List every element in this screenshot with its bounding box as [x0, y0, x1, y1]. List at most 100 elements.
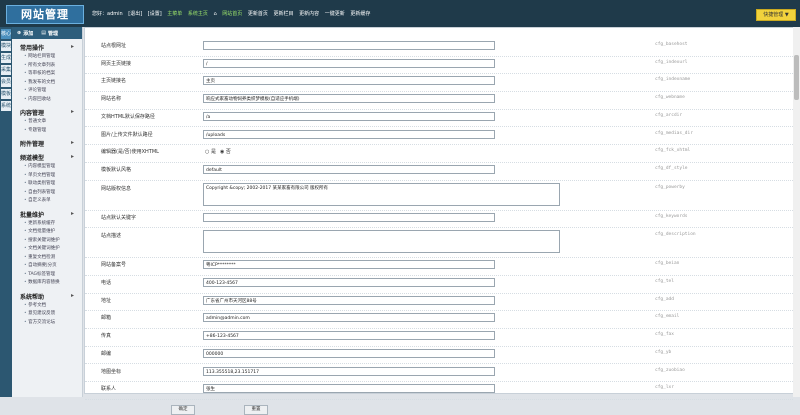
text-input[interactable]: 广东省广州市天河区88号: [203, 295, 495, 305]
manage-button[interactable]: 管理: [48, 30, 58, 37]
scrollbar-thumb[interactable]: [794, 55, 799, 100]
sidebar-group-title[interactable]: 内容管理 ▸: [12, 104, 82, 118]
text-input[interactable]: 113.355518,23.151717: [203, 366, 495, 376]
sidebar-group-label: 常用操作: [20, 45, 45, 52]
sidebar-item[interactable]: 我发布的文档: [12, 79, 82, 88]
sidebar-group-title[interactable]: 批量维护 ▸: [12, 206, 82, 220]
radio-label: 是: [210, 149, 216, 156]
form-row: 图片/上传文件默认路径/uploads cfg_medias_dir: [85, 127, 793, 146]
tab-core[interactable]: 核心: [1, 29, 11, 39]
scrollbar[interactable]: [793, 27, 800, 397]
sidebar-group-label: 频道模型: [20, 155, 45, 162]
update-cache-link[interactable]: 更新缓存: [350, 11, 370, 17]
sidebar-group-title[interactable]: 常用操作 ▸: [12, 39, 82, 53]
config-key: cfg_zuobiao: [655, 367, 685, 373]
greeting: 您好：admin: [92, 11, 123, 17]
quick-manage-button[interactable]: 快捷管理 ▼: [756, 9, 796, 21]
sidebar-group-title[interactable]: 频道模型 ▸: [12, 149, 82, 163]
field-label: 图片/上传文件默认路径: [101, 131, 153, 138]
text-input[interactable]: 响应式家畜动物饲养类织梦模板(自适应手机端): [203, 94, 495, 104]
form-row: 邮箱 admin@admin.com cfg_email: [85, 310, 793, 330]
site-home-link[interactable]: 网站首页: [222, 11, 242, 17]
tab-members[interactable]: 会员: [1, 77, 11, 87]
text-input[interactable]: /a: [203, 111, 495, 121]
text-input[interactable]: 张生: [203, 384, 495, 394]
sidebar-item[interactable]: 普通文章: [12, 118, 82, 127]
text-input[interactable]: 主页: [203, 76, 495, 86]
sidebar-item[interactable]: TAG标签管理: [12, 271, 82, 280]
field-label: 站点描述: [101, 233, 122, 240]
sidebar-item[interactable]: 内容回收站: [12, 96, 82, 105]
tab-templates[interactable]: 模板: [1, 89, 11, 99]
sidebar-item[interactable]: 自动摘要|分页: [12, 262, 82, 271]
config-key: cfg_fck_xhtml: [655, 148, 691, 154]
add-icon: ⊕: [17, 30, 22, 36]
text-input[interactable]: /uploads: [203, 129, 495, 139]
sidebar-item[interactable]: 所有文章列表: [12, 62, 82, 71]
config-key: cfg_beian: [655, 261, 680, 267]
main-menu-link[interactable]: 主菜单: [167, 11, 182, 17]
sidebar-item[interactable]: 评论管理: [12, 87, 82, 96]
sidebar-item[interactable]: 单页文档管理: [12, 172, 82, 181]
sidebar-item[interactable]: 数据库内容替换: [12, 279, 82, 288]
text-input[interactable]: admin@admin.com: [203, 313, 495, 323]
chevron-icon: ▸: [70, 209, 74, 217]
form-row: 站点描述 cfg_description: [85, 227, 793, 259]
sidebar-item[interactable]: 内容模型管理: [12, 163, 82, 172]
text-input[interactable]: [203, 41, 495, 50]
submit-button[interactable]: 确定: [171, 404, 195, 415]
settings-link[interactable]: [设置]: [148, 11, 162, 17]
text-input[interactable]: 000000: [203, 348, 495, 358]
system-home-link[interactable]: 系统主页: [188, 11, 208, 17]
sidebar-item[interactable]: 自定义表单: [12, 197, 82, 206]
sidebar-group-label: 内容管理: [20, 110, 45, 117]
text-input[interactable]: default: [203, 164, 495, 174]
reset-button[interactable]: 重置: [244, 404, 268, 415]
radio-group: ○ 是 ◉ 否: [205, 148, 235, 155]
sidebar-item[interactable]: 等审核的档案: [12, 70, 82, 79]
text-input[interactable]: +86-123-4567: [203, 331, 495, 341]
text-input[interactable]: /: [203, 58, 495, 68]
sidebar-item[interactable]: 参考文档: [12, 302, 82, 311]
sidebar-item[interactable]: 官方交流论坛: [12, 319, 82, 328]
chevron-icon: ▸: [70, 43, 74, 50]
form-row: 网站备案号 粤ICP******** cfg_beian: [85, 257, 793, 276]
sidebar-item[interactable]: 自由列表管理: [12, 189, 82, 198]
sidebar-item[interactable]: 网站栏目管理: [12, 53, 82, 62]
update-column-link[interactable]: 更新栏目: [273, 11, 293, 17]
tab-collect[interactable]: 采集: [1, 65, 11, 75]
text-input[interactable]: 400-123-4567: [203, 278, 495, 287]
sidebar-item[interactable]: 联动类别管理: [12, 180, 82, 189]
sidebar-item[interactable]: 意见建议反馈: [12, 310, 82, 319]
text-input[interactable]: 粤ICP********: [203, 260, 495, 270]
update-home-link[interactable]: 更新首页: [248, 11, 268, 17]
form-row: 文档HTML默认保存路径/a cfg_arcdir: [85, 109, 793, 128]
tab-generate[interactable]: 生成: [1, 53, 11, 63]
one-click-update-link[interactable]: 一键更新: [325, 11, 345, 17]
home-icon: ⌂: [213, 11, 217, 17]
update-content-link[interactable]: 更新内容: [299, 11, 319, 17]
config-key: cfg_tel: [655, 279, 674, 284]
sidebar-group-title[interactable]: 系统帮助 ▸: [12, 288, 82, 302]
sidebar-item[interactable]: 搜索关键词维护: [12, 237, 82, 246]
form-row: 电话 400-123-4567 cfg_tel: [85, 275, 793, 294]
sidebar-item[interactable]: 重复文档检测: [12, 254, 82, 263]
sidebar-item[interactable]: 更新系统缓存: [12, 220, 82, 229]
tab-system[interactable]: 系统: [1, 101, 11, 111]
logout-link[interactable]: [退出]: [128, 11, 142, 17]
textarea-field[interactable]: Copyright &copy; 2002-2017 某某家畜有限公司 版权所有: [203, 182, 560, 206]
sidebar-item[interactable]: 文档批量维护: [12, 228, 82, 237]
textarea-field[interactable]: [203, 230, 560, 254]
sidebar-item[interactable]: 专题管理: [12, 127, 82, 136]
config-key: cfg_yb: [655, 349, 672, 355]
text-input[interactable]: [203, 212, 495, 222]
config-key: cfg_indexname: [655, 77, 691, 83]
add-button[interactable]: 添加: [23, 30, 33, 37]
settings-form: 站点根网址 cfg_basehost 网页主页链接 / cfg_indexurl 主页链接…: [84, 27, 794, 415]
sidebar: ⊕ 添加 ▤ 管理 常用操作 ▸ 网站栏目管理所有文章列表等审核的档案我发布的文档评…: [12, 27, 83, 397]
tab-modules[interactable]: 模块: [1, 41, 11, 51]
config-key: cfg_description: [655, 232, 696, 238]
sidebar-item[interactable]: 文档关键词维护: [12, 245, 82, 254]
field-label: 编辑器(是/否)使用XHTML: [101, 149, 159, 156]
sidebar-group-title[interactable]: 附件管理 ▸: [12, 135, 82, 149]
